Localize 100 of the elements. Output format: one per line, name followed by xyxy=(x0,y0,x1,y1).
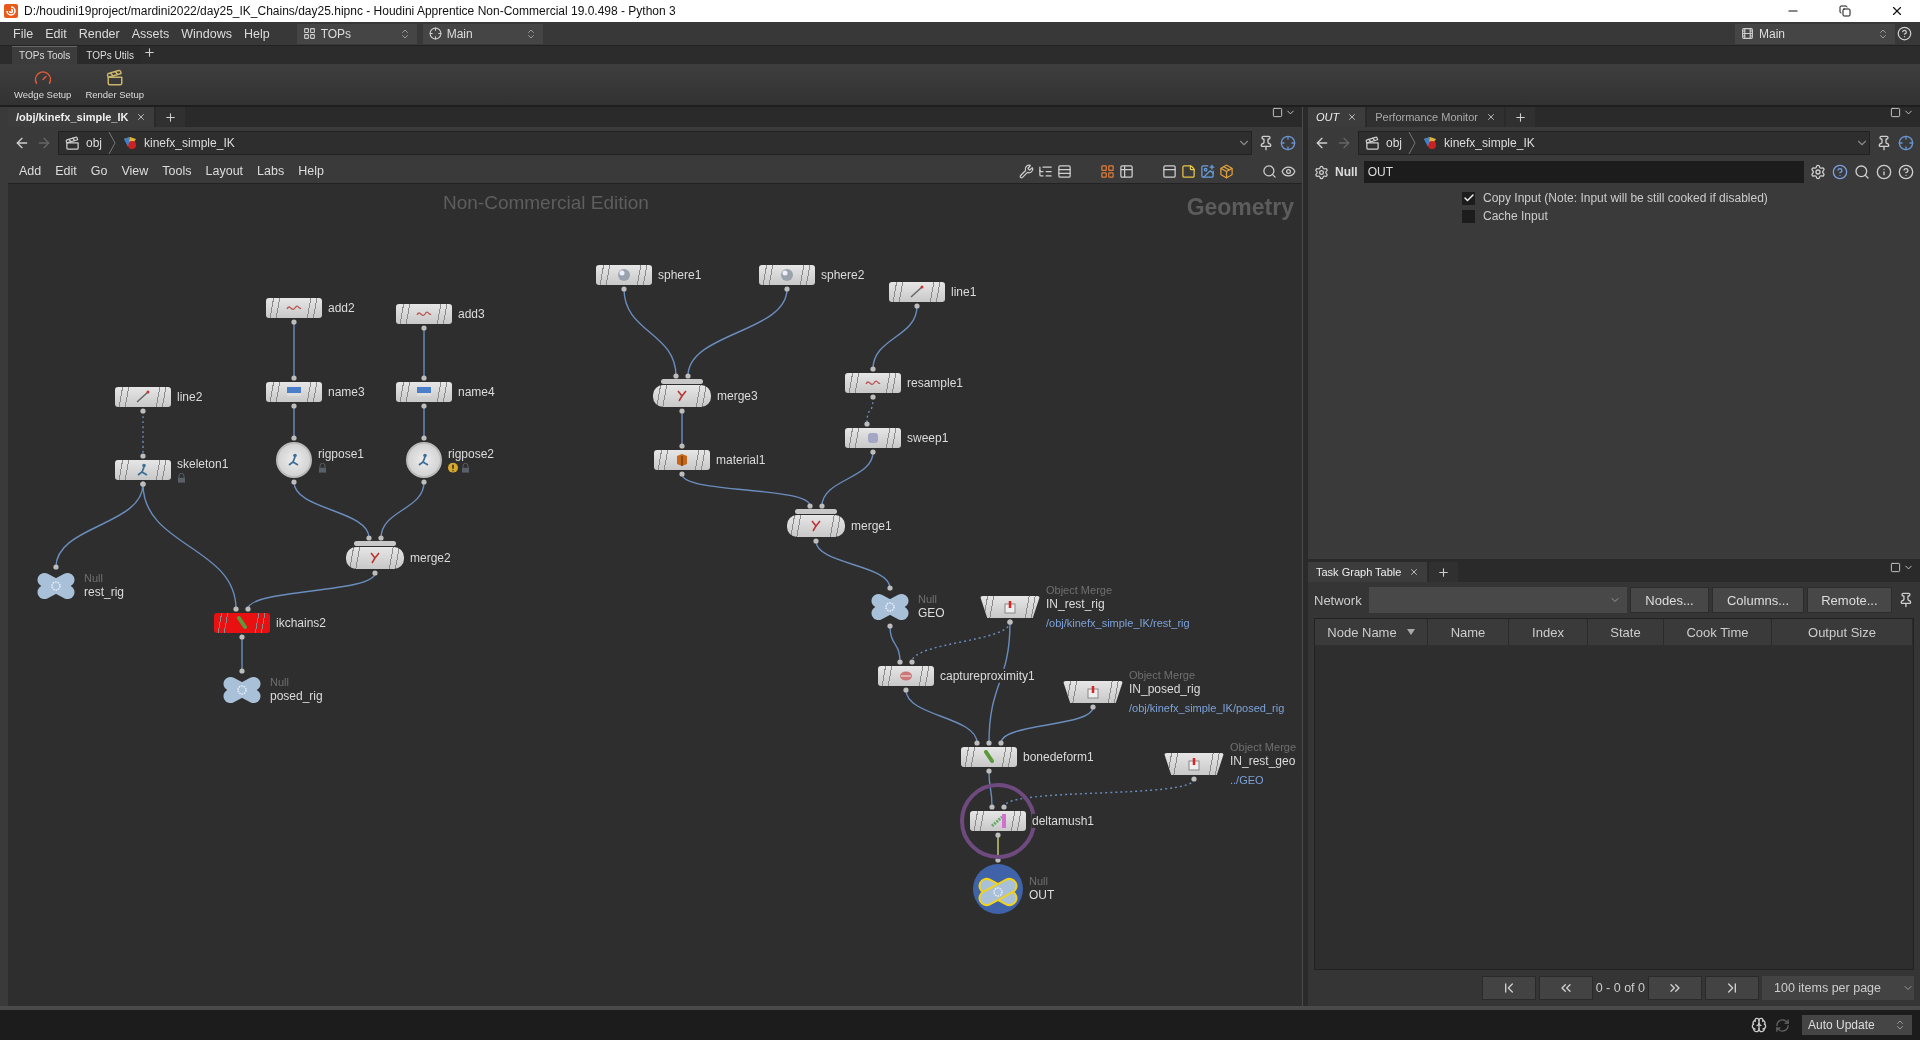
brain-icon[interactable] xyxy=(1751,1017,1767,1033)
shelf-tab[interactable]: TOPs Tools xyxy=(12,46,78,64)
display-null-node[interactable] xyxy=(973,864,1023,914)
pin-icon[interactable] xyxy=(1876,135,1892,151)
toolbar-button[interactable]: Columns... xyxy=(1712,587,1804,613)
node-tile[interactable] xyxy=(654,450,710,470)
node-tile[interactable] xyxy=(970,811,1026,831)
menu-item[interactable]: Render xyxy=(73,26,125,41)
pane-tab[interactable]: Performance Monitor xyxy=(1367,107,1504,127)
column-header[interactable]: Output Size xyxy=(1772,619,1913,645)
list-icon[interactable] xyxy=(1057,163,1072,179)
add-tab-icon[interactable] xyxy=(1513,110,1527,124)
object-merge-node[interactable] xyxy=(1164,753,1224,775)
package-icon[interactable] xyxy=(1219,163,1234,179)
path-segment[interactable]: kinefx_simple_IK xyxy=(144,136,235,150)
column-header[interactable]: Index xyxy=(1509,619,1588,645)
round-node[interactable] xyxy=(276,442,312,478)
context-selector[interactable]: Main xyxy=(422,23,543,44)
first-page-button[interactable] xyxy=(1481,976,1536,1000)
column-header[interactable]: Name xyxy=(1428,619,1509,645)
merge-node[interactable] xyxy=(653,385,711,407)
node-tile[interactable] xyxy=(396,382,452,402)
pin-icon[interactable] xyxy=(1898,592,1914,608)
pane-tab[interactable]: /obj/kinefx_simple_IK xyxy=(8,107,155,127)
panel-icon[interactable] xyxy=(1162,163,1177,179)
help-icon[interactable] xyxy=(1832,164,1848,180)
desktop-dropdown[interactable]: Main xyxy=(1735,23,1895,44)
info-icon[interactable] xyxy=(1876,164,1892,180)
merge-node[interactable] xyxy=(346,547,404,569)
node-tile[interactable] xyxy=(878,666,934,686)
menu-item[interactable]: Go xyxy=(85,164,113,178)
menu-item[interactable]: Layout xyxy=(200,164,249,178)
add-tab-icon[interactable] xyxy=(142,46,156,59)
object-merge-node[interactable] xyxy=(1063,681,1123,703)
last-page-button[interactable] xyxy=(1705,976,1759,1000)
settings-icon[interactable] xyxy=(1810,164,1826,180)
link-icon[interactable] xyxy=(1898,135,1914,151)
network-canvas[interactable] xyxy=(8,183,1302,1006)
menu-item[interactable]: View xyxy=(116,164,154,178)
add-tab-icon[interactable] xyxy=(1437,565,1451,579)
add-tab-icon[interactable] xyxy=(164,110,178,124)
pane-tab[interactable]: OUT xyxy=(1308,107,1366,127)
add-tab-button[interactable] xyxy=(1505,107,1535,127)
node-tile[interactable] xyxy=(214,613,270,633)
search-icon[interactable] xyxy=(1262,163,1277,179)
pane-tab[interactable]: Task Graph Table xyxy=(1308,562,1428,582)
image-icon[interactable] xyxy=(1200,163,1215,179)
menu-item[interactable]: Assets xyxy=(126,26,175,41)
desktop-selector[interactable]: TOPs xyxy=(296,23,417,44)
refresh-icon[interactable] xyxy=(1775,1017,1790,1033)
menu-item[interactable]: Edit xyxy=(50,164,82,178)
pin-icon[interactable] xyxy=(1258,135,1274,151)
menu-item[interactable]: File xyxy=(8,26,39,41)
path-segment[interactable]: obj xyxy=(1386,136,1402,150)
node-tile[interactable] xyxy=(396,304,452,324)
next-page-button[interactable] xyxy=(1648,976,1702,1000)
path-field[interactable]: obj kinefx_simple_IK xyxy=(58,131,1252,155)
add-tab-button[interactable] xyxy=(156,107,186,127)
path-segment[interactable]: kinefx_simple_IK xyxy=(1444,136,1535,150)
checkbox[interactable] xyxy=(1462,191,1475,205)
table-icon[interactable] xyxy=(1119,163,1134,179)
node-tile[interactable] xyxy=(759,265,815,285)
previous-page-button[interactable] xyxy=(1538,976,1593,1000)
close-icon[interactable] xyxy=(1485,112,1496,122)
node-tile[interactable] xyxy=(961,747,1017,767)
help-icon[interactable] xyxy=(1897,26,1912,41)
object-merge-node[interactable] xyxy=(980,596,1040,618)
shelf-tool[interactable]: Wedge Setup xyxy=(14,69,72,100)
search-icon[interactable] xyxy=(1854,164,1870,180)
checkbox[interactable] xyxy=(1462,209,1475,223)
tree-icon[interactable] xyxy=(1038,163,1053,179)
page-size-dropdown[interactable]: 100 items per page xyxy=(1762,976,1914,1000)
tools-icon[interactable] xyxy=(1019,163,1034,179)
node-tile[interactable] xyxy=(889,282,945,302)
menu-item[interactable]: Add xyxy=(14,164,47,178)
menu-item[interactable]: Tools xyxy=(157,164,197,178)
menu-item[interactable]: Help xyxy=(238,26,275,41)
round-node[interactable] xyxy=(406,442,442,478)
menu-item[interactable]: Edit xyxy=(40,26,72,41)
menu-item[interactable]: Help xyxy=(293,164,329,178)
path-field[interactable]: obj kinefx_simple_IK xyxy=(1358,131,1870,155)
sticky-note-icon[interactable] xyxy=(1181,163,1196,179)
back-icon[interactable] xyxy=(14,135,30,151)
node-tile[interactable] xyxy=(115,387,171,407)
eye-icon[interactable] xyxy=(1281,163,1296,179)
node-tile[interactable] xyxy=(845,428,901,448)
close-icon[interactable] xyxy=(1890,4,1904,18)
node-tile[interactable] xyxy=(596,265,652,285)
update-mode-dropdown[interactable]: Auto Update xyxy=(1802,1015,1912,1035)
grid-icon[interactable] xyxy=(1100,163,1115,179)
link-icon[interactable] xyxy=(1280,135,1296,151)
node-tile[interactable] xyxy=(266,382,322,402)
add-tab-button[interactable] xyxy=(1429,562,1459,582)
path-segment[interactable]: obj xyxy=(86,136,102,150)
column-header[interactable]: State xyxy=(1588,619,1664,645)
toolbar-button[interactable]: Nodes... xyxy=(1629,587,1710,613)
node-tile[interactable] xyxy=(845,373,901,393)
shelf-tool[interactable]: Render Setup xyxy=(85,69,145,100)
node-tile[interactable] xyxy=(266,298,322,318)
node-tile[interactable] xyxy=(115,460,171,480)
